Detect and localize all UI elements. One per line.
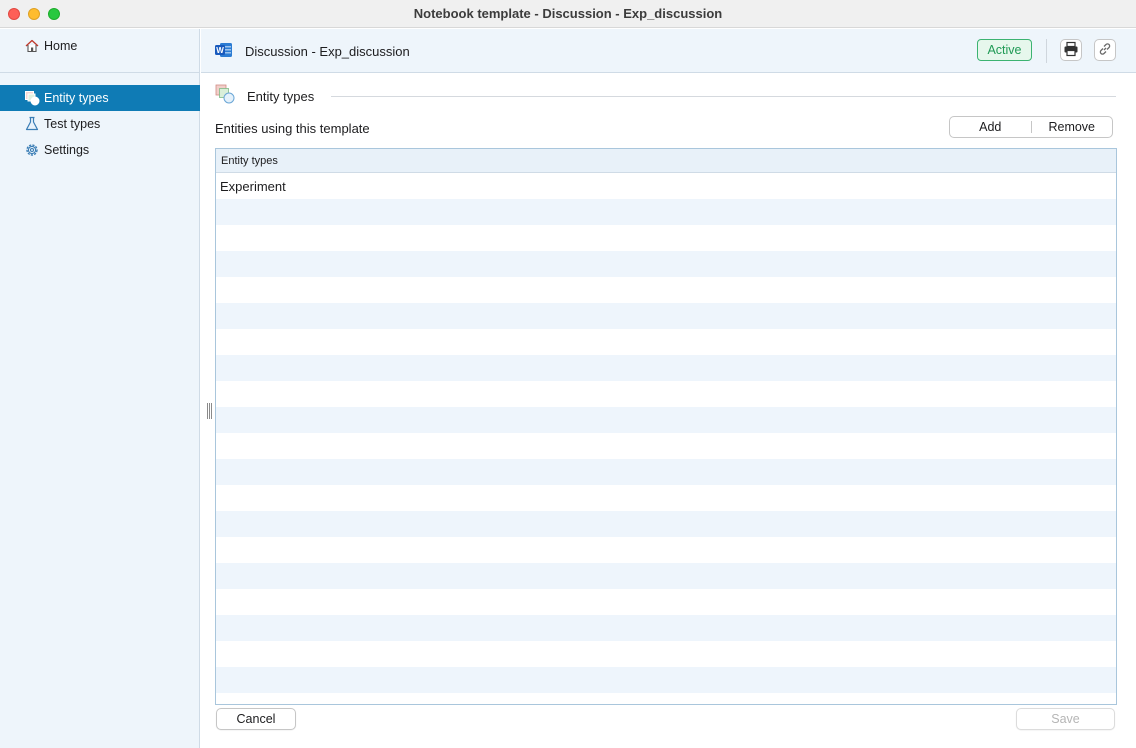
- sidebar-resize-handle[interactable]: [206, 403, 212, 419]
- sidebar-item-label: Settings: [44, 143, 90, 157]
- status-badge: Active: [977, 39, 1032, 61]
- empty-table-row: [216, 511, 1116, 537]
- column-header-entity-types[interactable]: Entity types: [216, 149, 1116, 173]
- sidebar-item-label: Test types: [44, 117, 101, 131]
- sidebar-item-test-types[interactable]: Test types: [0, 111, 200, 137]
- flask-icon: [24, 116, 40, 132]
- empty-table-row: [216, 433, 1116, 459]
- save-button[interactable]: Save: [1016, 708, 1115, 730]
- window-title: Notebook template - Discussion - Exp_dis…: [413, 6, 723, 21]
- document-title: Discussion - Exp_discussion: [245, 44, 410, 59]
- sidebar-item-label: Entity types: [44, 91, 109, 105]
- empty-table-row: [216, 537, 1116, 563]
- remove-button[interactable]: Remove: [1032, 117, 1113, 137]
- empty-table-row: [216, 459, 1116, 485]
- section-divider: [331, 96, 1116, 97]
- main-header: W Discussion - Exp_discussion Active: [201, 29, 1136, 73]
- entity-types-table: Entity types Experiment: [215, 148, 1117, 705]
- empty-table-row: [216, 485, 1116, 511]
- empty-table-row: [216, 225, 1116, 251]
- header-divider: [1046, 39, 1047, 63]
- empty-table-row: [216, 277, 1116, 303]
- empty-table-row: [216, 355, 1116, 381]
- sidebar-item-settings[interactable]: Settings: [0, 137, 200, 163]
- gear-icon: [24, 142, 40, 158]
- sidebar-item-home[interactable]: Home: [0, 33, 200, 59]
- title-bar: Notebook template - Discussion - Exp_dis…: [0, 0, 1136, 28]
- cancel-button[interactable]: Cancel: [216, 708, 296, 730]
- word-document-icon: W: [215, 42, 233, 58]
- svg-text:W: W: [216, 46, 224, 55]
- sidebar-item-label: Home: [44, 39, 78, 53]
- add-remove-segmented-control: Add Remove: [949, 116, 1113, 138]
- empty-table-row: [216, 641, 1116, 667]
- empty-table-row: [216, 381, 1116, 407]
- empty-table-row: [216, 667, 1116, 693]
- sidebar-item-entity-types[interactable]: Entity types: [0, 85, 200, 111]
- link-icon: [1098, 42, 1112, 59]
- printer-icon: [1063, 41, 1079, 60]
- table-body: Experiment: [216, 173, 1116, 704]
- home-icon: [24, 38, 40, 54]
- empty-table-row: [216, 589, 1116, 615]
- add-button[interactable]: Add: [950, 117, 1031, 137]
- table-row[interactable]: Experiment: [216, 173, 1116, 199]
- empty-table-row: [216, 563, 1116, 589]
- sidebar-divider: [0, 72, 200, 73]
- empty-table-row: [216, 329, 1116, 355]
- empty-table-row: [216, 693, 1116, 704]
- empty-table-row: [216, 407, 1116, 433]
- copy-link-button[interactable]: [1094, 39, 1116, 61]
- sidebar: Home Entity types Test types Settings: [0, 29, 200, 748]
- empty-table-row: [216, 251, 1116, 277]
- empty-table-row: [216, 615, 1116, 641]
- empty-table-row: [216, 199, 1116, 225]
- empty-table-row: [216, 303, 1116, 329]
- entity-types-icon: [215, 84, 235, 104]
- entity-types-icon: [24, 90, 40, 106]
- app-window: Notebook template - Discussion - Exp_dis…: [0, 0, 1136, 748]
- print-button[interactable]: [1060, 39, 1082, 61]
- section-subtitle: Entities using this template: [215, 121, 370, 136]
- section-title: Entity types: [247, 89, 315, 104]
